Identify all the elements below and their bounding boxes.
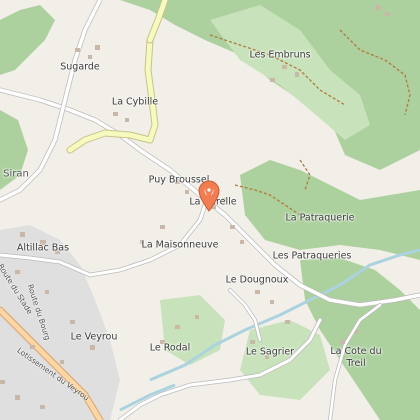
place-label-la-maisonneuve: La Maisonneuve (141, 239, 219, 251)
place-label-siran: Siran (3, 168, 29, 180)
place-label-la-cote-du-treil: La Cote du Treil (330, 346, 382, 369)
place-label-le-dougnoux: Le Dougnoux (225, 274, 289, 286)
residential-areas (0, 225, 120, 420)
place-label-sugarde: Sugarde (60, 61, 100, 73)
place-label-le-veyrou: Le Veyrou (70, 331, 118, 343)
place-label-les-patraqueries: Les Patraqueries (272, 250, 352, 262)
place-label-le-rodal: Le Rodal (149, 342, 191, 354)
map-pin-icon[interactable] (197, 180, 221, 212)
place-label-altillac-bas: Altillac Bas (16, 242, 70, 254)
place-label-les-embruns: Les Embruns (249, 49, 311, 61)
map-canvas[interactable]: Sugarde La Cybille Les Embruns Siran Puy… (0, 0, 420, 420)
pin-marker-shape (198, 180, 220, 212)
place-label-le-sagrier: Le Sagrier (245, 346, 295, 358)
place-label-la-patraquerie: La Patraquerie (285, 212, 355, 224)
place-label-la-cybille: La Cybille (111, 96, 159, 108)
